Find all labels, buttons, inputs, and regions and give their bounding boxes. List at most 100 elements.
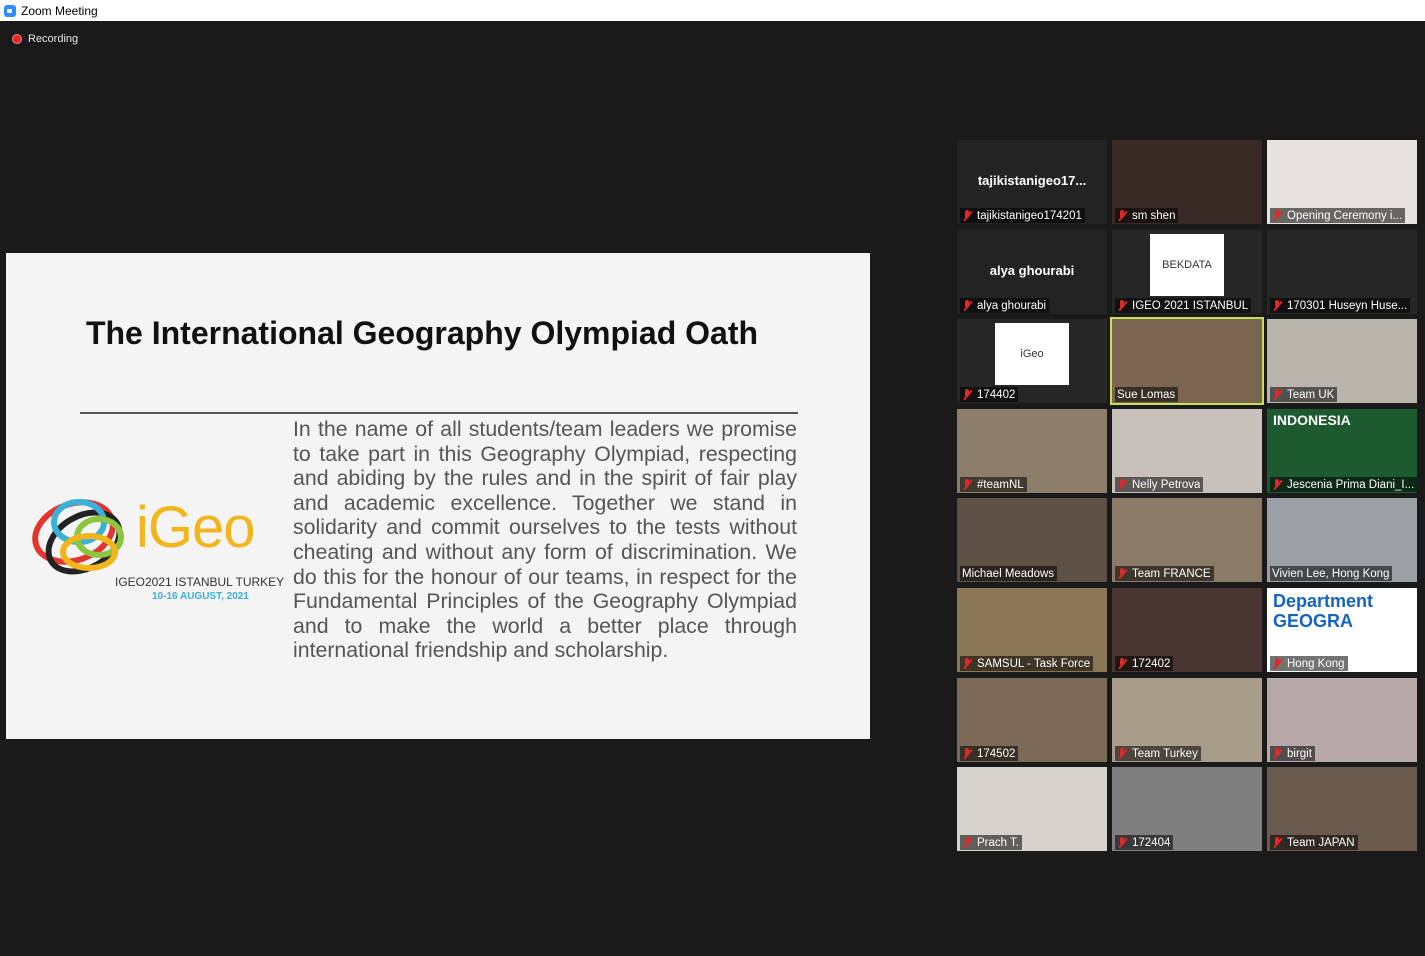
participant-name: #teamNL xyxy=(977,478,1024,491)
participant-name: Team Turkey xyxy=(1132,747,1198,760)
caption-box: Opening Ceremony i... xyxy=(1270,208,1406,223)
participant-caption: Jescenia Prima Diani_I... xyxy=(1270,476,1417,493)
slide-heading: The International Geography Olympiad Oat… xyxy=(85,315,759,351)
caption-box: Team UK xyxy=(1270,387,1338,402)
participant-name: Nelly Petrova xyxy=(1132,478,1201,491)
muted-mic-icon xyxy=(1117,478,1128,491)
participant-name: Vivien Lee, Hong Kong xyxy=(1272,567,1390,580)
participant-name: IGEO 2021 ISTANBUL xyxy=(1132,299,1249,312)
participant-logo: BEKDATA xyxy=(1150,234,1224,296)
participant-tile[interactable]: iGeo 174402 xyxy=(957,319,1107,403)
participant-caption: sm shen xyxy=(1115,207,1179,224)
caption-box: Michael Meadows xyxy=(960,566,1058,581)
caption-box: #teamNL xyxy=(960,477,1027,492)
participant-tile[interactable]: Team UK xyxy=(1267,319,1417,403)
participant-caption: Michael Meadows xyxy=(960,565,1058,582)
participant-tile[interactable]: Nelly Petrova xyxy=(1112,409,1262,493)
participant-caption: SAMSUL - Task Force xyxy=(960,655,1094,672)
oath-text: In the name of all students/team leaders… xyxy=(293,417,797,663)
title-bar: Zoom Meeting xyxy=(0,0,1425,21)
muted-mic-icon xyxy=(962,747,973,760)
participant-caption: 170301 Huseyn Huse... xyxy=(1270,297,1411,314)
participant-tile[interactable]: Prach T. xyxy=(957,767,1107,851)
participant-caption: alya ghourabi xyxy=(960,297,1050,314)
participant-name: Team JAPAN xyxy=(1287,836,1355,849)
participant-tile[interactable]: 172404 xyxy=(1112,767,1262,851)
participant-tile[interactable]: 170301 Huseyn Huse... xyxy=(1267,230,1417,314)
participant-tile[interactable]: 174502 xyxy=(957,678,1107,762)
muted-mic-icon xyxy=(1117,836,1128,849)
participant-tile[interactable]: Team JAPAN xyxy=(1267,767,1417,851)
caption-box: Team Turkey xyxy=(1115,746,1201,761)
muted-mic-icon xyxy=(1272,747,1283,760)
participant-name: Team FRANCE xyxy=(1132,567,1211,580)
participant-name: 174402 xyxy=(977,388,1016,401)
participant-tile[interactable]: tajikistanigeo17... tajikistanigeo174201 xyxy=(957,140,1107,224)
muted-mic-icon xyxy=(962,388,973,401)
caption-box: 172404 xyxy=(1115,835,1174,850)
muted-mic-icon xyxy=(1117,567,1128,580)
participant-tile[interactable]: 172402 xyxy=(1112,588,1262,672)
participant-logo: iGeo xyxy=(995,323,1069,385)
participant-name: Prach T. xyxy=(977,836,1019,849)
participant-caption: Opening Ceremony i... xyxy=(1270,207,1406,224)
caption-box: 172402 xyxy=(1115,656,1174,671)
participant-tile[interactable]: Vivien Lee, Hong Kong xyxy=(1267,498,1417,582)
muted-mic-icon xyxy=(962,657,973,670)
shared-screen-slide: The International Geography Olympiad Oat… xyxy=(6,253,870,739)
recording-indicator[interactable]: Recording xyxy=(12,33,78,45)
logo-dates: 10-16 AUGUST, 2021 xyxy=(152,591,249,602)
participant-caption: 172402 xyxy=(1115,655,1174,672)
muted-mic-icon xyxy=(1117,299,1128,312)
participant-tile[interactable]: Team FRANCE xyxy=(1112,498,1262,582)
participant-caption: Prach T. xyxy=(960,834,1022,851)
participant-caption: tajikistanigeo174201 xyxy=(960,207,1085,224)
participant-name: Michael Meadows xyxy=(962,567,1055,580)
participant-name: 172402 xyxy=(1132,657,1171,670)
recording-dot-icon xyxy=(12,34,22,44)
participant-name: birgit xyxy=(1287,747,1312,760)
caption-box: Team JAPAN xyxy=(1270,835,1358,850)
participant-tile[interactable]: Team Turkey xyxy=(1112,678,1262,762)
participant-tile[interactable]: INDONESIA Jescenia Prima Diani_I... xyxy=(1267,409,1417,493)
participant-caption: Sue Lomas xyxy=(1115,386,1179,403)
participant-tile[interactable]: alya ghourabi alya ghourabi xyxy=(957,230,1107,314)
participant-caption: Team FRANCE xyxy=(1115,565,1214,582)
caption-box: sm shen xyxy=(1115,208,1179,223)
caption-box: Vivien Lee, Hong Kong xyxy=(1270,566,1393,581)
igeo-logo: iGeo IGEO2021 ISTANBUL TURKEY 10-16 AUGU… xyxy=(24,487,284,607)
participant-tile[interactable]: BEKDATA IGEO 2021 ISTANBUL xyxy=(1112,230,1262,314)
participant-caption: #teamNL xyxy=(960,476,1027,493)
muted-mic-icon xyxy=(1272,299,1283,312)
logo-subtitle: IGEO2021 ISTANBUL TURKEY xyxy=(115,575,285,589)
participant-caption: Team UK xyxy=(1270,386,1338,403)
participant-tile[interactable]: Department GEOGRA Hong Kong xyxy=(1267,588,1417,672)
participant-tile[interactable]: #teamNL xyxy=(957,409,1107,493)
participant-tile[interactable]: sm shen xyxy=(1112,140,1262,224)
caption-box: Sue Lomas xyxy=(1115,387,1179,402)
participant-tile[interactable]: Sue Lomas xyxy=(1110,317,1264,405)
participant-tile[interactable]: Opening Ceremony i... xyxy=(1267,140,1417,224)
participant-caption: 172404 xyxy=(1115,834,1174,851)
caption-box: 174502 xyxy=(960,746,1019,761)
participant-name: 172404 xyxy=(1132,836,1171,849)
participant-name: Jescenia Prima Diani_I... xyxy=(1287,478,1415,491)
participant-tile[interactable]: birgit xyxy=(1267,678,1417,762)
muted-mic-icon xyxy=(1272,657,1283,670)
recording-label: Recording xyxy=(28,33,79,45)
caption-box: Team FRANCE xyxy=(1115,566,1214,581)
caption-box: 170301 Huseyn Huse... xyxy=(1270,298,1411,313)
participant-name: sm shen xyxy=(1132,209,1176,222)
participant-name: SAMSUL - Task Force xyxy=(977,657,1091,670)
zoom-app-icon xyxy=(4,4,16,17)
muted-mic-icon xyxy=(1117,209,1128,222)
caption-box: 174402 xyxy=(960,387,1019,402)
participant-tile[interactable]: Michael Meadows xyxy=(957,498,1107,582)
muted-mic-icon xyxy=(962,478,973,491)
caption-box: Jescenia Prima Diani_I... xyxy=(1270,477,1417,492)
participant-caption: Hong Kong xyxy=(1270,655,1348,672)
participant-tile[interactable]: SAMSUL - Task Force xyxy=(957,588,1107,672)
muted-mic-icon xyxy=(1117,657,1128,670)
participant-name: Team UK xyxy=(1287,388,1335,401)
caption-box: Hong Kong xyxy=(1270,656,1348,671)
